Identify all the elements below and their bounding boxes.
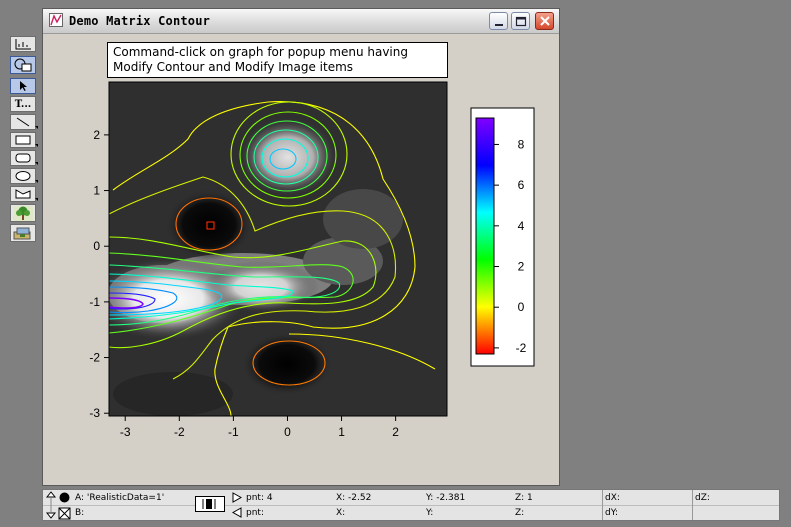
scroll-arrows-icon[interactable]	[45, 491, 57, 519]
graph-tool-icon[interactable]	[10, 36, 36, 52]
info-separator-2	[692, 490, 693, 520]
color-scale-tick-label: 2	[518, 260, 525, 274]
dz-value: dZ:	[695, 493, 710, 503]
polygon-tool-icon[interactable]	[10, 186, 38, 202]
color-scale-bar	[475, 117, 495, 355]
annotation-line-1: Command-click on graph for popup menu ha…	[113, 45, 408, 59]
x-tick-label: -3	[120, 425, 131, 439]
y-axis: -3 -2 -1 0 1 2	[89, 128, 109, 420]
color-scale-tick-label: 8	[518, 137, 525, 151]
trace-a-label: A: 'RealisticData=1'	[75, 493, 165, 503]
x-a-value: X: -2.52	[336, 493, 372, 503]
cursor-b-icon[interactable]	[58, 507, 71, 520]
arrow-pointer-icon[interactable]	[10, 78, 36, 94]
text-tool-label: T...	[14, 98, 32, 110]
y-tick-label: -1	[89, 295, 100, 309]
z-a-value: Z: 1	[515, 493, 533, 503]
color-scale-tick-label: 0	[518, 300, 525, 314]
text-tool-icon[interactable]: T...	[10, 96, 36, 112]
x-axis: -3 -2 -1 0 1 2	[120, 416, 399, 439]
trace-b-label: B:	[75, 508, 85, 518]
y-tick-label: -3	[89, 406, 100, 420]
annotation-textbox[interactable]: Command-click on graph for popup menu ha…	[107, 42, 448, 78]
dx-value: dX:	[605, 493, 620, 503]
point-prev-icon[interactable]	[232, 507, 242, 518]
y-tick-label: -2	[89, 351, 100, 365]
tree-picture-icon[interactable]	[10, 204, 36, 222]
pnt-a-value: pnt: 4	[246, 493, 273, 503]
x-b-value: X:	[336, 508, 346, 518]
y-tick-label: 2	[93, 128, 100, 142]
point-next-icon[interactable]	[232, 492, 242, 503]
cursor-a-icon[interactable]	[58, 492, 71, 503]
y-tick-label: 1	[93, 184, 100, 198]
contour-plot[interactable]: -3 -2 -1 0 1 2 -3 -2 -1 0 1 2 -2 0 2 4 6 8	[43, 9, 559, 485]
cursor-slider-icon[interactable]	[195, 496, 225, 512]
x-tick-label: -2	[174, 425, 185, 439]
line-tool-icon[interactable]	[10, 114, 38, 130]
color-scale-tick-label: 4	[518, 219, 525, 233]
y-a-value: Y: -2.381	[426, 493, 466, 503]
color-scale-tick-label: -2	[516, 341, 527, 355]
x-tick-label: -1	[228, 425, 239, 439]
rounded-rect-tool-icon[interactable]	[10, 150, 38, 166]
color-scale-tick-label: 6	[518, 178, 525, 192]
annotation-line-2: Modify Contour and Modify Image items	[113, 60, 354, 74]
shapes-mode-icon[interactable]	[10, 56, 36, 74]
x-tick-label: 0	[284, 425, 291, 439]
rectangle-tool-icon[interactable]	[10, 132, 38, 148]
x-tick-label: 1	[338, 425, 345, 439]
y-tick-label: 0	[93, 239, 100, 253]
z-b-value: Z:	[515, 508, 525, 518]
pnt-b-value: pnt:	[246, 508, 264, 518]
graph-window: Demo Matrix Contour -3 -2 -1 0 1 2 -3 -2…	[42, 8, 560, 486]
oval-tool-icon[interactable]	[10, 168, 38, 184]
info-separator-1	[602, 490, 603, 520]
info-divider	[43, 505, 779, 506]
info-panel: A: 'RealisticData=1' B: pnt: 4 pnt: X: -…	[42, 489, 780, 521]
image-layer-icon[interactable]	[10, 224, 36, 242]
y-b-value: Y:	[426, 508, 434, 518]
x-tick-label: 2	[392, 425, 399, 439]
dy-value: dY:	[605, 508, 619, 518]
